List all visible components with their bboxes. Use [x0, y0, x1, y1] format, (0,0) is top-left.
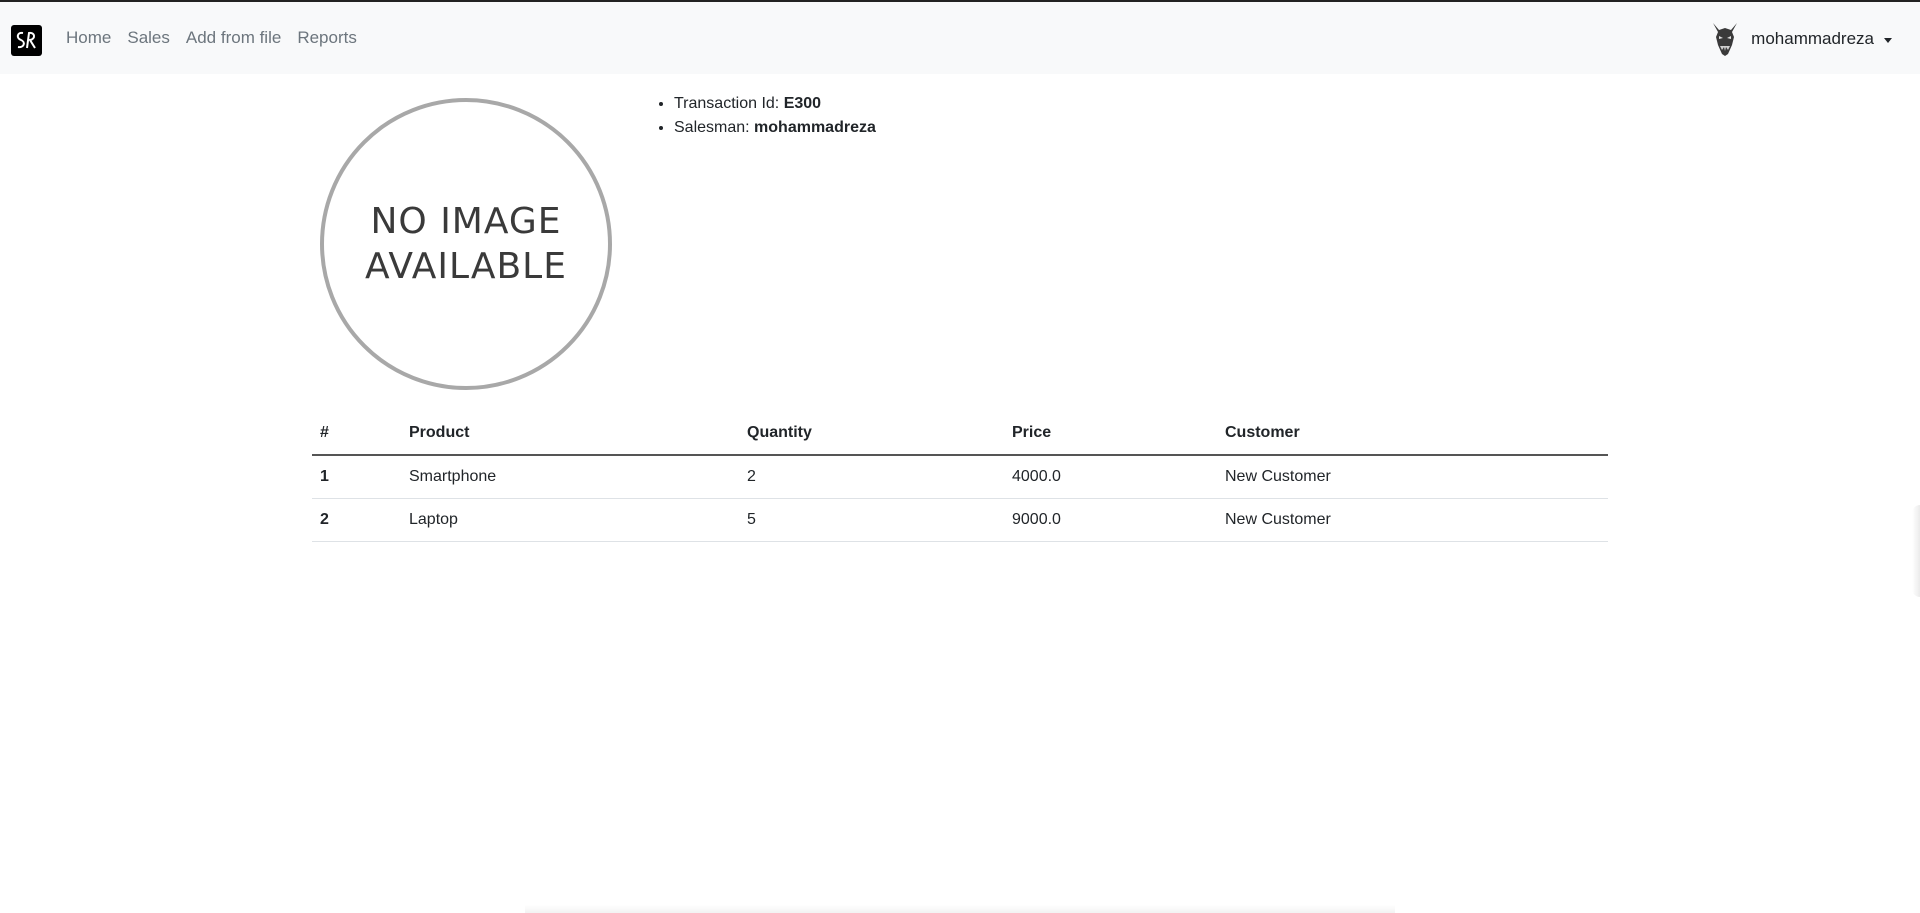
side-panel-tab[interactable] — [1912, 505, 1920, 597]
salesman-label: Salesman: — [674, 119, 750, 136]
salesman-value: mohammadreza — [754, 119, 876, 136]
row-price: 9000.0 — [1004, 498, 1217, 542]
row-number: 1 — [312, 455, 401, 499]
row-product: Smartphone — [401, 455, 739, 499]
row-customer: New Customer — [1217, 498, 1608, 542]
salesman-item: Salesman: mohammadreza — [674, 116, 876, 140]
sales-table-container: # Product Quantity Price Customer 1 Smar… — [312, 412, 1608, 542]
user-menu-toggle[interactable]: mohammadreza — [1709, 20, 1892, 58]
no-image-text: NO IMAGE AVAILABLE — [365, 201, 567, 287]
row-customer: New Customer — [1217, 455, 1608, 499]
transaction-id-value: E300 — [783, 95, 822, 112]
row-quantity: 2 — [739, 455, 1004, 499]
header-customer: Customer — [1217, 412, 1608, 456]
nav-link-home[interactable]: Home — [58, 2, 119, 74]
header-quantity: Quantity — [739, 412, 1004, 456]
brand-logo-icon[interactable] — [11, 25, 42, 56]
nav-links: Home Sales Add from file Reports — [58, 2, 365, 74]
nav-link-reports[interactable]: Reports — [289, 2, 365, 74]
table-header-row: # Product Quantity Price Customer — [312, 412, 1608, 456]
row-quantity: 5 — [739, 498, 1004, 542]
no-image-placeholder: NO IMAGE AVAILABLE — [320, 98, 612, 390]
chevron-down-icon — [1884, 37, 1892, 43]
navbar: Home Sales Add from file Reports mohamma… — [0, 2, 1920, 74]
avatar-icon — [1713, 23, 1738, 56]
nav-link-sales[interactable]: Sales — [119, 2, 178, 74]
nav-link-add-from-file[interactable]: Add from file — [178, 2, 289, 74]
transaction-id-label: Transaction Id: — [674, 95, 780, 112]
table-row: 1 Smartphone 2 4000.0 New Customer — [312, 455, 1608, 499]
transaction-info-list: Transaction Id: E300 Salesman: mohammadr… — [659, 92, 876, 140]
table-row: 2 Laptop 5 9000.0 New Customer — [312, 498, 1608, 542]
transaction-id-item: Transaction Id: E300 — [674, 92, 876, 116]
header-number: # — [312, 412, 401, 456]
row-price: 4000.0 — [1004, 455, 1217, 499]
bottom-shadow — [525, 905, 1395, 913]
header-product: Product — [401, 412, 739, 456]
header-price: Price — [1004, 412, 1217, 456]
sales-table: # Product Quantity Price Customer 1 Smar… — [312, 412, 1608, 542]
row-number: 2 — [312, 498, 401, 542]
user-name: mohammadreza — [1751, 29, 1874, 48]
row-product: Laptop — [401, 498, 739, 542]
